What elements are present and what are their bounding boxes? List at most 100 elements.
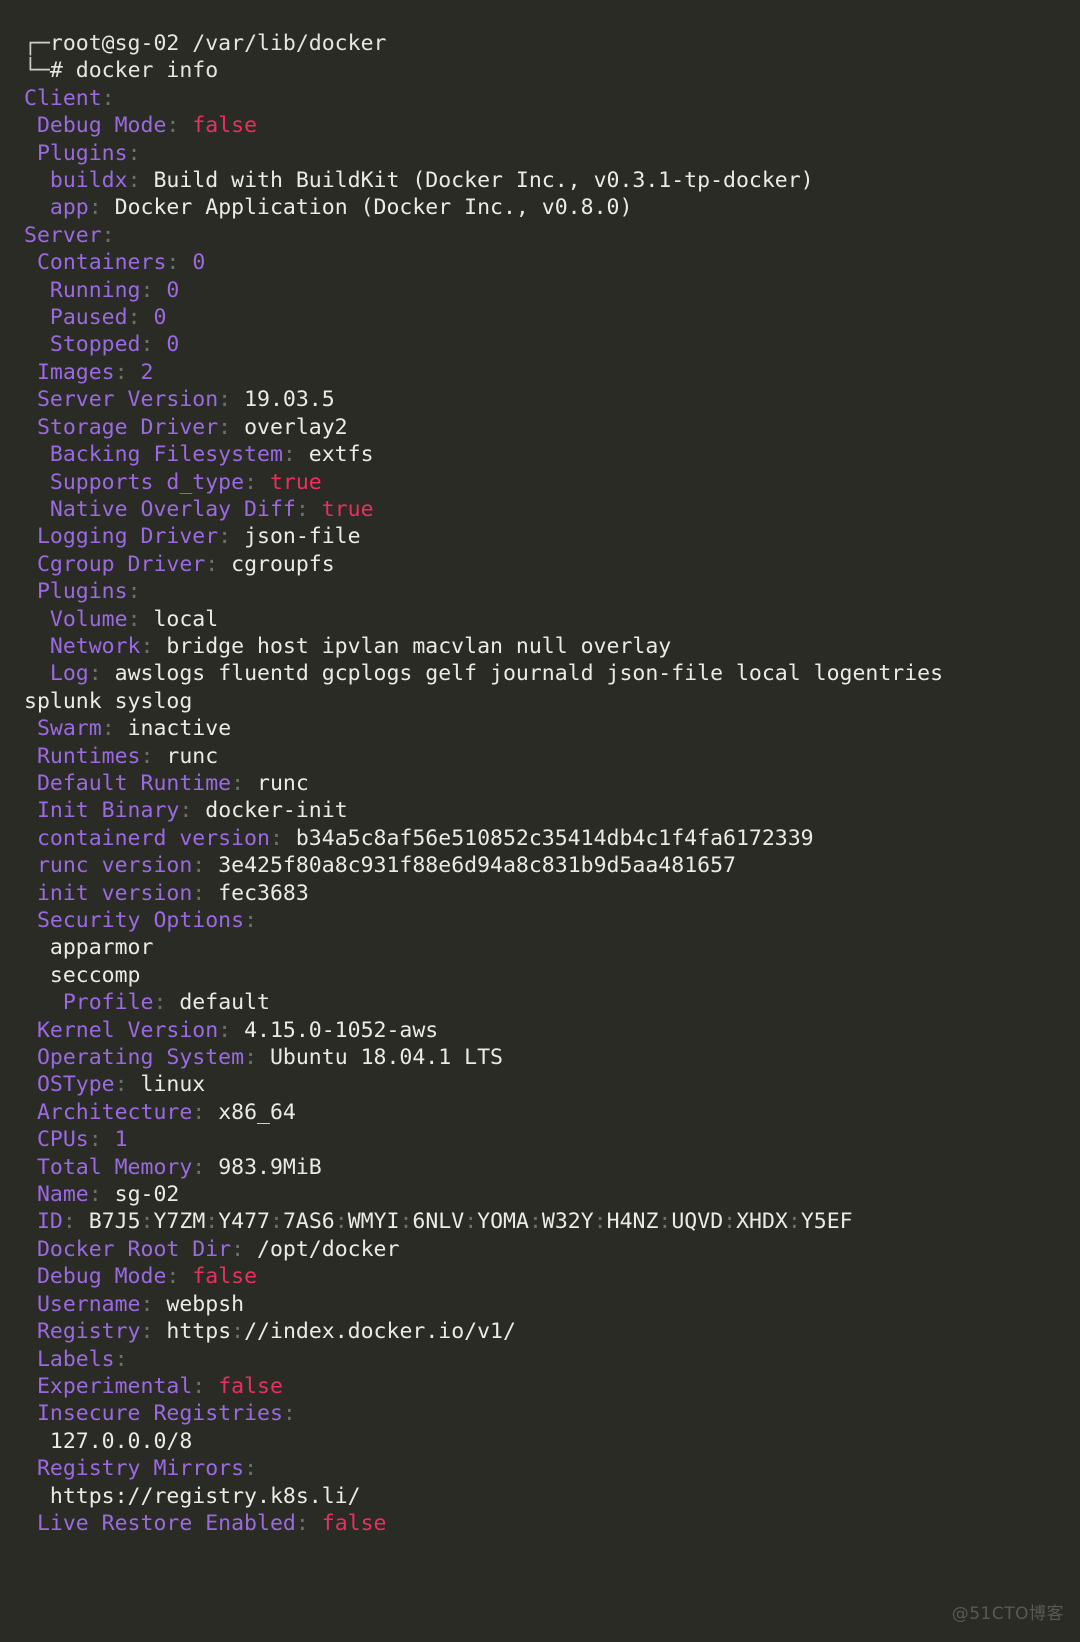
- field-value: fec3683: [218, 880, 309, 906]
- field-key: Server: [24, 222, 102, 248]
- field-value: true: [269, 469, 322, 495]
- field-value: local: [153, 606, 219, 632]
- field-key: Backing Filesystem: [49, 442, 283, 468]
- field-value: 0: [153, 305, 167, 331]
- field-value: bridge host ipvlan macvlan null overlay: [166, 633, 672, 659]
- field-value: 19.03.5: [244, 387, 335, 413]
- field-value: Docker Application (Docker Inc., v0.8.0): [114, 195, 633, 221]
- url-scheme: https: [166, 1319, 232, 1345]
- output-line-wrapped: splunk syslog: [24, 688, 1080, 715]
- id-segment: 7AS6: [282, 1209, 335, 1235]
- field-colon: :: [295, 1510, 309, 1536]
- field-colon: :: [114, 1072, 128, 1098]
- field-key: containerd version: [36, 825, 270, 851]
- field-value: extfs: [308, 442, 374, 468]
- field-key: Debug Mode: [36, 113, 167, 139]
- id-segment: 6NLV: [412, 1209, 465, 1235]
- field-value: docker-init: [205, 798, 348, 824]
- field-key: Live Restore Enabled: [36, 1510, 296, 1536]
- output-line: Debug Mode: false: [24, 1263, 1080, 1290]
- id-colon: :: [140, 1209, 154, 1235]
- field-key: Supports d_type: [49, 469, 245, 495]
- field-colon: :: [101, 716, 115, 742]
- output-line: Network: bridge host ipvlan macvlan null…: [24, 633, 1080, 660]
- output-line: Cgroup Driver: cgroupfs: [24, 551, 1080, 578]
- field-colon: :: [88, 1182, 102, 1208]
- output-line: init version: fec3683: [24, 880, 1080, 907]
- field-value: runc: [166, 743, 219, 769]
- id-segment: WMYI: [347, 1209, 400, 1235]
- field-value: runc: [257, 770, 309, 796]
- field-value: overlay2: [244, 414, 348, 440]
- field-value: false: [321, 1510, 387, 1536]
- field-colon: :: [88, 195, 102, 221]
- terminal-window: ┌─root@sg-02 /var/lib/docker └─# docker …: [0, 0, 1080, 1642]
- output-line: Name: sg-02: [24, 1181, 1080, 1208]
- field-key: ID: [36, 1209, 63, 1235]
- field-value: linux: [140, 1072, 206, 1098]
- field-colon: :: [140, 277, 154, 303]
- output-line: runc version: 3e425f80a8c931f88e6d94a8c8…: [24, 852, 1080, 879]
- id-colon: :: [723, 1209, 737, 1235]
- id-segment: XHDX: [736, 1209, 788, 1235]
- field-colon: :: [153, 990, 167, 1016]
- id-colon: :: [399, 1209, 413, 1235]
- id-segment: UQVD: [671, 1209, 724, 1235]
- output-line: https://registry.k8s.li/: [24, 1483, 1080, 1510]
- field-value: B7J5:Y7ZM:Y477:7AS6:WMYI:6NLV:YOMA:W32Y:…: [89, 1209, 853, 1234]
- field-colon: :: [140, 1319, 154, 1345]
- field-value: default: [179, 990, 270, 1016]
- prompt-symbol: #: [49, 58, 63, 84]
- field-value: webpsh: [166, 1291, 245, 1317]
- field-key: runc version: [36, 853, 193, 879]
- field-key: Total Memory: [36, 1154, 193, 1180]
- field-colon: :: [205, 551, 219, 577]
- field-key: app: [49, 195, 89, 221]
- output-line: Supports d_type: true: [24, 469, 1080, 496]
- id-segment: Y477: [218, 1209, 270, 1235]
- output-line: Docker Root Dir: /opt/docker: [24, 1236, 1080, 1263]
- command-output: Client: Debug Mode: false Plugins: build…: [24, 85, 1080, 1538]
- field-value: 983.9MiB: [218, 1154, 322, 1180]
- field-colon: :: [127, 140, 141, 166]
- field-key: Default Runtime: [36, 770, 232, 796]
- field-value: b34a5c8af56e510852c35414db4c1f4fa6172339: [295, 825, 814, 851]
- field-key: Paused: [49, 305, 128, 331]
- field-key: Operating System: [36, 1045, 245, 1071]
- field-colon: :: [127, 305, 141, 331]
- field-colon: :: [140, 633, 154, 659]
- field-colon: :: [140, 332, 154, 358]
- field-key: Name: [36, 1182, 89, 1208]
- field-value: awslogs fluentd gcplogs gelf journald js…: [114, 661, 944, 687]
- field-colon: :: [269, 825, 283, 851]
- field-colon: :: [218, 414, 232, 440]
- prompt-line-path: ┌─root@sg-02 /var/lib/docker: [24, 30, 1080, 57]
- url-rest: //index.docker.io/v1/: [244, 1319, 516, 1345]
- id-colon: :: [528, 1209, 542, 1235]
- field-key: Architecture: [36, 1099, 193, 1125]
- field-colon: :: [282, 1401, 296, 1427]
- id-colon: :: [593, 1209, 607, 1235]
- field-value: true: [321, 496, 374, 522]
- field-value: 2: [140, 359, 154, 385]
- field-colon: :: [88, 1127, 102, 1153]
- field-value: https://index.docker.io/v1/: [166, 1319, 516, 1344]
- output-line: Server Version: 19.03.5: [24, 386, 1080, 413]
